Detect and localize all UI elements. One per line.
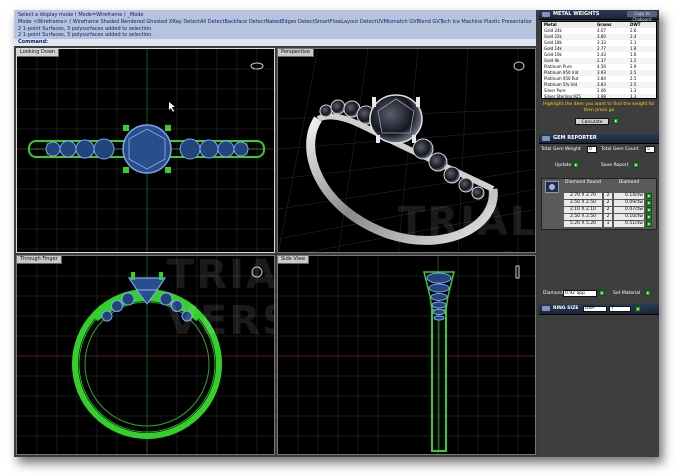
calculate-button[interactable]: Calculate [575, 118, 609, 125]
gem-cell: 2.50 X 2.50 [564, 214, 602, 220]
watermark-perspective: TRIAL VERSION [398, 199, 536, 252]
ring-size-select[interactable]: 7 [609, 306, 631, 312]
gem-row-go-button[interactable]: ▸ [646, 207, 652, 213]
ring-size-label: RING SIZE [553, 306, 579, 311]
column-diamond: Diamond [618, 180, 640, 185]
panel-icon [542, 12, 550, 17]
viewport-looking-down[interactable]: Looking Down [16, 48, 275, 253]
viewport-title-side-view[interactable]: Side View [278, 256, 310, 264]
viewport-title-through-finger[interactable]: Through Finger [17, 256, 62, 264]
column-diamond-round: Diamond Round [565, 180, 601, 185]
command-line-4: 2 1-point Surfaces, 3 polysurfaces added… [18, 32, 153, 38]
gem-cell: 0.09ctw [614, 200, 644, 206]
command-input[interactable]: Command: [14, 39, 536, 46]
app-window: Select a display mode ( Mode=Wireframe )… [14, 10, 659, 457]
metal-weights-title: METAL WEIGHTS [553, 11, 600, 17]
metal-weights-header[interactable]: METAL WEIGHTS Copy to Clipboard [539, 10, 659, 22]
gem-cell: 0.14ctw [614, 193, 644, 199]
gem-cell: 2.70 X 2.70 [564, 193, 602, 199]
metal-weight-row[interactable]: Silver Sterling 925 1.98 1.3 [542, 94, 656, 99]
command-history: Select a display mode ( Mode=Wireframe )… [14, 10, 536, 46]
save-report-button[interactable]: ▸ [633, 162, 639, 168]
gem-cell: 2.10 X 2.10 [564, 207, 602, 213]
gem-row[interactable]: 2.10 X 2.10 2 0.07ctw ▸ [542, 207, 658, 213]
command-line-1: Select a display mode ( Mode=Wireframe )… [18, 12, 144, 18]
gem-cell: 2 [604, 193, 612, 199]
gem-reporter-title: GEM REPORTER [553, 135, 597, 141]
metal-weights-table[interactable]: Metal Grams DWT Gold 24k 4.07 2.6 Gold 22k 3… [541, 21, 657, 99]
go-arrow-icon[interactable]: ▸ [613, 118, 619, 124]
metal-weight-cell: 1.98 [597, 94, 606, 99]
gem-row[interactable]: 2.50 X 2.50 2 0.09ctw ▸ [542, 200, 658, 206]
gem-cell: 0.10ctw [614, 214, 644, 220]
viewport-through-finger[interactable]: TRIAL VERSION Through Finger [16, 255, 275, 455]
metal-weights-hint: Highlight the item you want to find the … [543, 102, 655, 113]
set-material-label: Set Material [613, 291, 641, 296]
gem-row[interactable]: 5.20 X 5.20 1 0.51ctw ▸ [542, 221, 658, 227]
update-button[interactable]: ▸ [573, 162, 579, 168]
viewport-title-looking-down[interactable]: Looking Down [17, 49, 60, 57]
ring-icon [542, 306, 550, 311]
command-prompt-label: Command: [18, 39, 49, 45]
cursor-arrow-icon [169, 102, 175, 112]
perspective-ring-icon [513, 61, 525, 71]
gem-row[interactable]: 2.70 X 2.70 2 0.14ctw ▸ [542, 193, 658, 199]
gem-table-header-row: Diamond Round Diamond [542, 180, 658, 186]
diamond-go-button[interactable]: ▸ [599, 290, 605, 296]
gem-cell: 5.20 X 5.20 [564, 221, 602, 227]
update-label: Update [555, 163, 572, 168]
total-gem-weight-label: Total Gem Weight [541, 147, 581, 152]
diamond-select[interactable]: 0.92 app [563, 290, 597, 297]
gem-row[interactable]: 2.50 X 2.50 2 0.10ctw ▸ [542, 214, 658, 220]
gem-cell: 0.07ctw [614, 207, 644, 213]
total-gem-count-label: Total Gem Count [601, 147, 639, 152]
gem-table[interactable]: Diamond Round Diamond 2.70 X 2.70 2 0.14ct… [541, 178, 657, 230]
gem-cell: 2.50 X 2.50 [564, 200, 602, 206]
gem-cell: 1 [604, 221, 612, 227]
gem-row-go-button[interactable]: ▸ [646, 214, 652, 220]
watermark-through-finger: TRIAL VERSION [167, 255, 274, 344]
looking-down-scene [17, 49, 274, 252]
command-line-2: Mode <Wireframe> ( Wireframe Shaded Rend… [18, 19, 532, 25]
total-gem-weight-field[interactable]: 0 [587, 146, 597, 153]
gem-row-go-button[interactable]: ▸ [646, 200, 652, 206]
ring-size-region-select[interactable]: USA [583, 306, 607, 312]
side-view-scene [278, 256, 535, 454]
set-material-button[interactable]: ▸ [645, 290, 651, 296]
metal-weight-cell: 1.3 [630, 94, 637, 99]
plugin-panel: METAL WEIGHTS Copy to Clipboard Metal Gr… [539, 10, 659, 457]
gem-cell: 2 [604, 200, 612, 206]
metal-weight-cell: Silver Sterling 925 [544, 94, 581, 99]
ring-size-header: RING SIZE USA 7 ▸ [539, 304, 659, 315]
ring-size-go-button[interactable]: ▸ [635, 306, 641, 312]
gem-row-go-button[interactable]: ▸ [646, 193, 652, 199]
gem-cell: 2 [604, 214, 612, 220]
diamond-label: Diamond [543, 291, 564, 296]
viewport-title-perspective[interactable]: Perspective [278, 49, 314, 57]
save-report-label: Save Report [601, 163, 629, 168]
copy-clipboard-button[interactable]: Copy to Clipboard [627, 11, 657, 22]
gem-icon [542, 136, 550, 141]
viewport-side-view[interactable]: Side View [277, 255, 536, 455]
gem-cell: 0.51ctw [614, 221, 644, 227]
viewport-perspective[interactable]: TRIAL VERSION Perspective [277, 48, 536, 253]
gem-reporter-header[interactable]: GEM REPORTER [539, 134, 659, 144]
total-gem-count-field[interactable]: 5 [645, 146, 655, 153]
gem-row-go-button[interactable]: ▸ [646, 221, 652, 227]
gem-cell: 2 [604, 207, 612, 213]
